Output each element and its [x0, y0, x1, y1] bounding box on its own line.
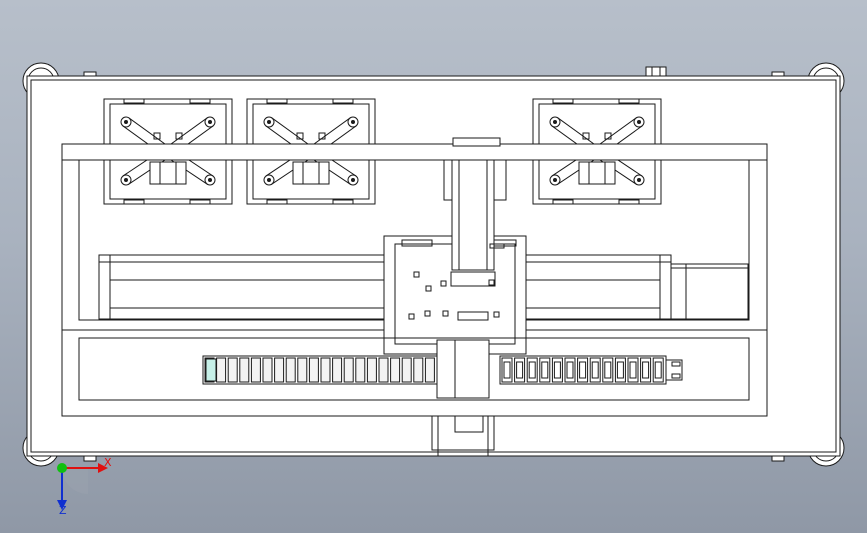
chain-link — [413, 357, 424, 383]
chain-link — [239, 357, 250, 383]
chain-link — [262, 357, 273, 383]
triad-x-label: X — [104, 456, 112, 469]
chain-link — [250, 357, 261, 383]
chain-link — [332, 357, 343, 383]
chain-link — [216, 357, 227, 383]
chain-link — [390, 357, 401, 383]
cad-viewport[interactable]: X Z — [0, 0, 867, 533]
chain-link — [401, 357, 412, 383]
chain-link — [343, 357, 354, 383]
gripper-pivot-dot — [637, 120, 641, 124]
chain-link — [297, 357, 308, 383]
chain-link-highlight — [205, 358, 217, 382]
frame-top-beam — [61, 143, 768, 161]
module-motor[interactable] — [670, 263, 749, 320]
bottom-motor[interactable] — [431, 411, 495, 457]
gripper-pivot-dot — [267, 178, 271, 182]
chain-link — [366, 357, 377, 383]
gripper-pivot-dot — [208, 178, 212, 182]
drawing-canvas: X Z — [22, 62, 845, 517]
gripper-pivot-dot — [267, 120, 271, 124]
frame-beam — [61, 143, 768, 161]
gripper-center-block — [149, 161, 187, 185]
chain-link — [227, 357, 238, 383]
chain-link — [285, 357, 296, 383]
gripper-pivot-dot — [553, 178, 557, 182]
lower-cylinder[interactable] — [436, 339, 490, 399]
chain-link — [378, 357, 389, 383]
gripper-center-block — [292, 161, 330, 185]
gripper-pivot-dot — [351, 120, 355, 124]
gripper-pivot-dot — [124, 120, 128, 124]
gripper-pivot-dot — [553, 120, 557, 124]
triad-z-label: Z — [59, 504, 67, 517]
gripper-pivot-dot — [637, 178, 641, 182]
gripper-center-block — [578, 161, 616, 185]
chain-link — [308, 357, 319, 383]
coordinate-triad: X Z — [57, 456, 112, 517]
gripper-pivot-dot — [124, 178, 128, 182]
gripper-pivot-dot — [208, 120, 212, 124]
gripper-pivot-dot — [351, 178, 355, 182]
chain-link — [424, 357, 435, 383]
chain-link — [274, 357, 285, 383]
chain-link — [320, 357, 331, 383]
chain-link — [355, 357, 366, 383]
